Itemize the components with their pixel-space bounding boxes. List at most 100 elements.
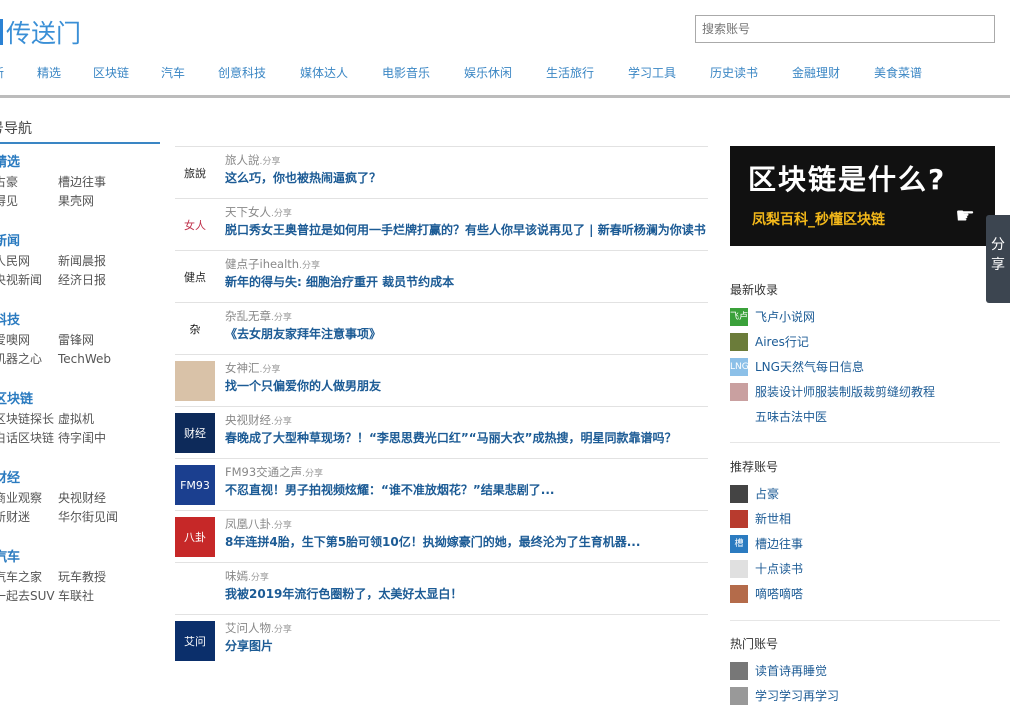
feed-title[interactable]: 春晚成了大型种草现场？！“李思思费光口红”“马丽大衣”成热搜，明星同款靠谱吗？	[225, 431, 708, 446]
site-logo[interactable]: 传送门	[0, 14, 81, 50]
nav-item[interactable]: 精选	[37, 64, 93, 81]
account-name[interactable]: 飞卢小说网	[755, 308, 815, 325]
feed-source-name[interactable]: 央视财经	[225, 413, 271, 427]
account-name[interactable]: Aires行记	[755, 333, 809, 350]
feed-source-name[interactable]: 凤凰八卦	[225, 517, 271, 531]
sidebar-link[interactable]: 新财迷	[0, 509, 64, 525]
nav-item[interactable]: 区块链	[93, 64, 161, 81]
sidebar-link[interactable]: 车联社	[58, 588, 144, 604]
nav-item[interactable]: 娱乐休闲	[464, 64, 546, 81]
account-row[interactable]: 学习学习再学习	[730, 683, 1000, 708]
feed-source-name[interactable]: FM93交通之声	[225, 465, 302, 479]
account-row[interactable]: 十点读书	[730, 556, 1000, 581]
nav-item[interactable]: 历史读书	[710, 64, 792, 81]
feed-source[interactable]: 天下女人.分享	[225, 205, 708, 221]
feed-title[interactable]: 不忍直视！男子拍视频炫耀：“谁不准放烟花？”结果悲剧了...	[225, 483, 708, 498]
sidebar-link[interactable]: 华尔街见闻	[58, 509, 144, 525]
feed-source[interactable]: FM93交通之声.分享	[225, 465, 708, 481]
feed-source-name[interactable]: 味嫣	[225, 569, 248, 583]
feed-item[interactable]: 女神汇.分享 找一个只偏爱你的人做男朋友	[175, 354, 708, 406]
feed-source-name[interactable]: 健点子ihealth	[225, 257, 299, 271]
sidebar-link[interactable]: 得见	[0, 193, 64, 209]
feed-title[interactable]: 分享图片	[225, 639, 708, 654]
account-row[interactable]: 占豪	[730, 481, 1000, 506]
sidebar-link[interactable]: TechWeb	[58, 351, 144, 367]
feed-source-name[interactable]: 旅人說	[225, 153, 260, 167]
feed-item[interactable]: 八卦 凤凰八卦.分享 8年连拼4胎，生下第5胎可领10亿！执拗嫁豪门的她，最终沦为了…	[175, 510, 708, 562]
account-name[interactable]: 占豪	[755, 485, 779, 502]
sidebar-link[interactable]: 央视新闻	[0, 272, 64, 288]
account-row[interactable]: 飞卢 飞卢小说网	[730, 304, 1000, 329]
feed-source[interactable]: 女神汇.分享	[225, 361, 708, 377]
feed-item[interactable]: 女人 天下女人.分享 脱口秀女王奥普拉是如何用一手烂牌打赢的？有些人你早该说再见了 …	[175, 198, 708, 250]
feed-source-name[interactable]: 艾问人物	[225, 621, 271, 635]
sidebar-link[interactable]: 商业观察	[0, 490, 64, 506]
nav-item[interactable]: 学习工具	[628, 64, 710, 81]
account-name[interactable]: 学习学习再学习	[755, 687, 839, 704]
feed-source[interactable]: 央视财经.分享	[225, 413, 708, 429]
account-name[interactable]: 十点读书	[755, 560, 803, 577]
feed-title[interactable]: 脱口秀女王奥普拉是如何用一手烂牌打赢的？有些人你早该说再见了 | 新春听杨澜为你…	[225, 223, 708, 238]
nav-item[interactable]: 电影音乐	[382, 64, 464, 81]
feed-source-name[interactable]: 女神汇	[225, 361, 260, 375]
sidebar-link[interactable]: 汽车之家	[0, 569, 64, 585]
sidebar-link[interactable]: 经济日报	[58, 272, 144, 288]
sidebar-link[interactable]: 占豪	[0, 174, 64, 190]
account-name[interactable]: 嘀嗒嘀嗒	[755, 585, 803, 602]
sidebar-link[interactable]: 区块链探长	[0, 411, 64, 427]
sidebar-category-title[interactable]: 精选	[0, 152, 160, 174]
sidebar-link[interactable]: 央视财经	[58, 490, 144, 506]
sidebar-link[interactable]: 槽边往事	[58, 174, 144, 190]
sidebar-category-title[interactable]: 新闻	[0, 231, 160, 253]
feed-source-name[interactable]: 天下女人	[225, 205, 271, 219]
feed-item[interactable]: 财经 央视财经.分享 春晚成了大型种草现场？！“李思思费光口红”“马丽大衣”成热搜，…	[175, 406, 708, 458]
feed-source[interactable]: 味嫣.分享	[225, 569, 708, 585]
account-row[interactable]: 新世相	[730, 506, 1000, 531]
sidebar-link[interactable]: 爱噢网	[0, 332, 64, 348]
feed-item[interactable]: 杂杂乱无章.分享 《去女朋友家拜年注意事项》	[175, 302, 708, 354]
account-name[interactable]: LNG天然气每日信息	[755, 358, 864, 375]
feed-source[interactable]: 凤凰八卦.分享	[225, 517, 708, 533]
account-name[interactable]: 服装设计师服装制版裁剪缝纫教程	[755, 383, 935, 400]
ad-banner[interactable]: 区块链是什么? 凤梨百科_秒懂区块链 ☛	[730, 146, 995, 246]
nav-item[interactable]: 新	[0, 64, 37, 81]
feed-title[interactable]: 我被2019年流行色圈粉了，太美好太显白！	[225, 587, 708, 602]
feed-item[interactable]: FM93 FM93交通之声.分享 不忍直视！男子拍视频炫耀：“谁不准放烟花？”结果悲…	[175, 458, 708, 510]
sidebar-link[interactable]: 新闻晨报	[58, 253, 144, 269]
feed-title[interactable]: 找一个只偏爱你的人做男朋友	[225, 379, 708, 394]
sidebar-category-title[interactable]: 区块链	[0, 389, 160, 411]
sidebar-link[interactable]: 待字闺中	[58, 430, 144, 446]
nav-item[interactable]: 生活旅行	[546, 64, 628, 81]
feed-source[interactable]: 杂乱无章.分享	[225, 309, 708, 325]
feed-item[interactable]: 艾问 艾问人物.分享 分享图片	[175, 614, 708, 666]
account-row[interactable]: 嘀嗒嘀嗒	[730, 581, 1000, 606]
feed-item[interactable]: 味嫣.分享我被2019年流行色圈粉了，太美好太显白！	[175, 562, 708, 614]
account-row[interactable]: 五味古法中医	[730, 404, 1000, 429]
sidebar-link[interactable]: 一起去SUV	[0, 588, 64, 604]
account-name[interactable]: 槽边往事	[755, 535, 803, 552]
sidebar-link[interactable]: 机器之心	[0, 351, 64, 367]
sidebar-link[interactable]: 人民网	[0, 253, 64, 269]
sidebar-link[interactable]: 玩车教授	[58, 569, 144, 585]
account-row[interactable]: 服装设计师服装制版裁剪缝纫教程	[730, 379, 1000, 404]
sidebar-category-title[interactable]: 科技	[0, 310, 160, 332]
feed-source[interactable]: 旅人說.分享	[225, 153, 708, 169]
sidebar-link[interactable]: 雷锋网	[58, 332, 144, 348]
account-row[interactable]: LNG LNG天然气每日信息	[730, 354, 1000, 379]
feed-source[interactable]: 艾问人物.分享	[225, 621, 708, 637]
nav-item[interactable]: 创意科技	[218, 64, 300, 81]
nav-item[interactable]: 媒体达人	[300, 64, 382, 81]
account-name[interactable]: 读首诗再睡觉	[755, 662, 827, 679]
feed-source-name[interactable]: 杂乱无章	[225, 309, 271, 323]
nav-item[interactable]: 金融理财	[792, 64, 874, 81]
account-row[interactable]: 槽槽边往事	[730, 531, 1000, 556]
sidebar-link[interactable]: 白话区块链	[0, 430, 64, 446]
feed-title[interactable]: 新年的得与失: 细胞治疗重开 裁员节约成本	[225, 275, 708, 290]
account-row[interactable]: Aires行记	[730, 329, 1000, 354]
sidebar-link[interactable]: 果壳网	[58, 193, 144, 209]
nav-item[interactable]: 汽车	[161, 64, 218, 81]
feed-title[interactable]: 《去女朋友家拜年注意事项》	[225, 327, 708, 342]
feed-item[interactable]: 健点 健点子ihealth.分享 新年的得与失: 细胞治疗重开 裁员节约成本	[175, 250, 708, 302]
search-input[interactable]	[695, 15, 995, 43]
sidebar-category-title[interactable]: 财经	[0, 468, 160, 490]
